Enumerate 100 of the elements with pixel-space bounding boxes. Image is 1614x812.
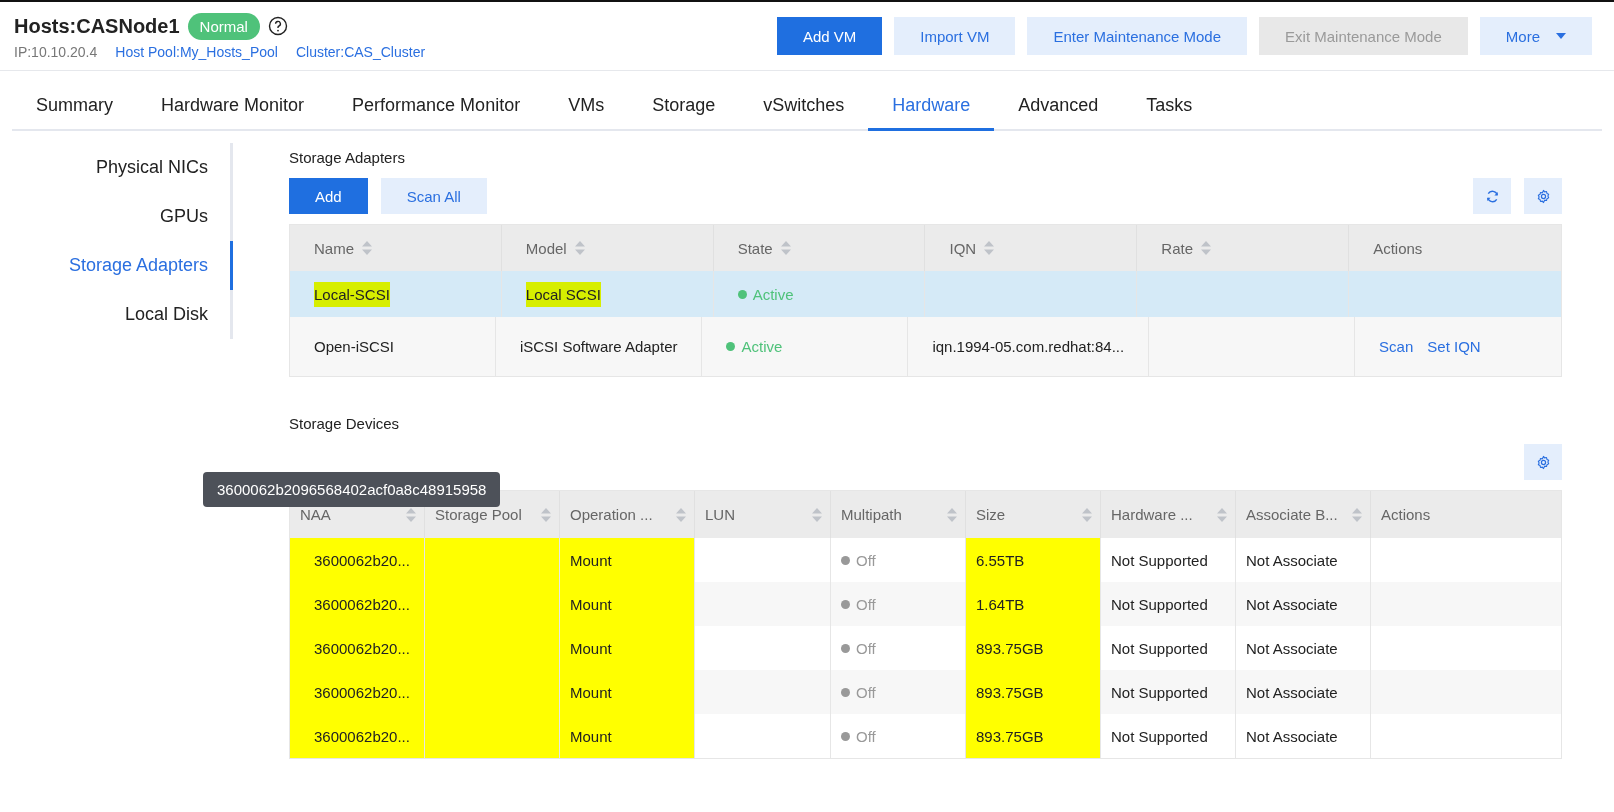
sort-icon[interactable] bbox=[574, 241, 585, 255]
table-row[interactable]: Local-SCSI Local SCSI Active bbox=[290, 271, 1561, 317]
table-cell: 3600062b20... bbox=[314, 639, 410, 657]
status-text: Off bbox=[856, 727, 876, 745]
column-label: Multipath bbox=[841, 506, 902, 523]
table-cell: Not Associate bbox=[1246, 727, 1338, 745]
more-dropdown[interactable]: More bbox=[1479, 17, 1592, 55]
column-label: IQN bbox=[949, 239, 977, 257]
table-cell: Not Supported bbox=[1111, 683, 1208, 701]
status-text: Off bbox=[856, 683, 876, 701]
caret-icon bbox=[1556, 33, 1566, 39]
tab[interactable]: Hardware Monitor bbox=[137, 85, 329, 131]
refresh-button[interactable] bbox=[1473, 178, 1511, 214]
tooltip: 3600062b2096568402acf0a8c48915958 bbox=[203, 472, 501, 507]
sort-icon[interactable] bbox=[780, 241, 791, 255]
column-label: Actions bbox=[1373, 239, 1423, 257]
table-cell: 3600062b20... bbox=[314, 683, 410, 701]
sort-icon[interactable] bbox=[984, 241, 995, 255]
column-header[interactable]: Actions bbox=[1349, 225, 1561, 271]
settings-button[interactable] bbox=[1524, 178, 1562, 214]
sort-icon[interactable] bbox=[362, 241, 372, 255]
sort-icon[interactable] bbox=[947, 507, 957, 522]
action-button[interactable]: Enter Maintenance Mode bbox=[1027, 17, 1248, 55]
tab[interactable]: Summary bbox=[12, 85, 137, 131]
table-cell: Mount bbox=[570, 551, 612, 569]
table-cell: Not Associate bbox=[1246, 683, 1338, 701]
table-cell: 893.75GB bbox=[976, 727, 1044, 745]
table-cell: Not Associate bbox=[1246, 595, 1338, 613]
status-text: Active bbox=[752, 285, 794, 303]
table-cell: Local SCSI bbox=[525, 281, 601, 307]
section-title: Storage Adapters bbox=[289, 149, 406, 166]
status-badge: Normal bbox=[187, 12, 260, 40]
tab[interactable]: Storage bbox=[628, 85, 740, 131]
settings-button[interactable] bbox=[1524, 444, 1562, 480]
table-cell: Open-iSCSI bbox=[314, 338, 395, 355]
sort-icon[interactable] bbox=[812, 507, 822, 522]
table-cell: Mount bbox=[570, 727, 612, 745]
tab[interactable]: vSwitches bbox=[739, 85, 869, 131]
sort-icon[interactable] bbox=[406, 507, 416, 522]
sort-icon[interactable] bbox=[541, 507, 551, 522]
sidebar-item[interactable]: Physical NICs bbox=[0, 143, 233, 192]
status-text: Active bbox=[741, 338, 783, 355]
tab[interactable]: Performance Monitor bbox=[328, 85, 545, 131]
sort-icon[interactable] bbox=[676, 507, 686, 522]
host-pool-link[interactable]: Host Pool:My_Hosts_Pool bbox=[115, 43, 278, 60]
column-label: Name bbox=[314, 239, 354, 257]
toolbar-button[interactable]: Scan All bbox=[380, 178, 487, 214]
tab[interactable]: VMs bbox=[544, 85, 629, 131]
section-title: Storage Devices bbox=[289, 415, 401, 432]
row-action-link[interactable]: Set IQN bbox=[1427, 338, 1481, 355]
table-cell: 893.75GB bbox=[976, 683, 1044, 701]
sort-icon[interactable] bbox=[1082, 507, 1092, 522]
table-cell: Not Associate bbox=[1246, 639, 1338, 657]
row-action-link[interactable]: Scan bbox=[1379, 338, 1414, 355]
tab[interactable]: Hardware bbox=[868, 85, 995, 131]
tab[interactable]: Advanced bbox=[994, 85, 1123, 131]
column-label: Model bbox=[525, 239, 567, 257]
table-cell: 3600062b20... bbox=[314, 595, 410, 613]
column-label: Associate B... bbox=[1246, 506, 1338, 523]
action-button[interactable]: Add VM bbox=[776, 17, 883, 55]
table-cell: Not Supported bbox=[1111, 639, 1208, 657]
sidebar-item[interactable]: Storage Adapters bbox=[0, 241, 233, 290]
column-label: State bbox=[737, 239, 773, 257]
column-label: Rate bbox=[1161, 239, 1193, 257]
status-text: Off bbox=[856, 639, 876, 657]
table-cell: Not Supported bbox=[1111, 551, 1208, 569]
table-cell: Mount bbox=[570, 639, 612, 657]
column-label: Size bbox=[976, 506, 1006, 523]
help-icon[interactable] bbox=[267, 16, 288, 36]
sort-icon[interactable] bbox=[1201, 241, 1211, 255]
table-cell: Not Supported bbox=[1111, 727, 1208, 745]
cluster-link[interactable]: Cluster:CAS_Cluster bbox=[295, 43, 426, 60]
tab[interactable]: Tasks bbox=[1122, 85, 1217, 131]
table-cell: Mount bbox=[570, 683, 612, 701]
refresh-icon bbox=[1484, 188, 1500, 204]
column-label: Operation ... bbox=[570, 506, 653, 523]
table-cell: 893.75GB bbox=[976, 639, 1044, 657]
table-cell: 6.55TB bbox=[976, 551, 1025, 569]
sidebar-item[interactable]: Local Disk bbox=[0, 290, 233, 339]
table-cell: 3600062b20... bbox=[314, 727, 410, 745]
action-button[interactable]: Import VM bbox=[894, 17, 1016, 55]
column-label: Actions bbox=[1381, 506, 1431, 523]
table-cell: Not Associate bbox=[1246, 551, 1338, 569]
ip-address: IP:10.10.20.4 bbox=[14, 43, 98, 60]
table-row[interactable]: Open-iSCSI iSCSI Software Adapter Active iqn.1994-05.com.redhat:84... Scan Set IQN bbox=[290, 317, 1561, 376]
table-cell: Local-SCSI bbox=[314, 281, 390, 307]
settings-icon bbox=[1535, 454, 1551, 470]
table-cell: 1.64TB bbox=[976, 595, 1025, 613]
status-text: Off bbox=[856, 551, 876, 569]
toolbar-button[interactable]: Add bbox=[289, 178, 368, 214]
column-label: Storage Pool bbox=[435, 506, 522, 523]
sort-icon[interactable] bbox=[1352, 507, 1362, 522]
table-cell: 3600062b20... bbox=[314, 551, 410, 569]
column-header[interactable]: Actions bbox=[1371, 491, 1561, 538]
column-label: NAA bbox=[300, 506, 331, 523]
sidebar-item[interactable]: GPUs bbox=[0, 192, 233, 241]
sort-icon[interactable] bbox=[1217, 507, 1227, 522]
table-cell: iSCSI Software Adapter bbox=[519, 338, 678, 355]
column-label: Hardware ... bbox=[1111, 506, 1193, 523]
status-text: Off bbox=[856, 595, 876, 613]
